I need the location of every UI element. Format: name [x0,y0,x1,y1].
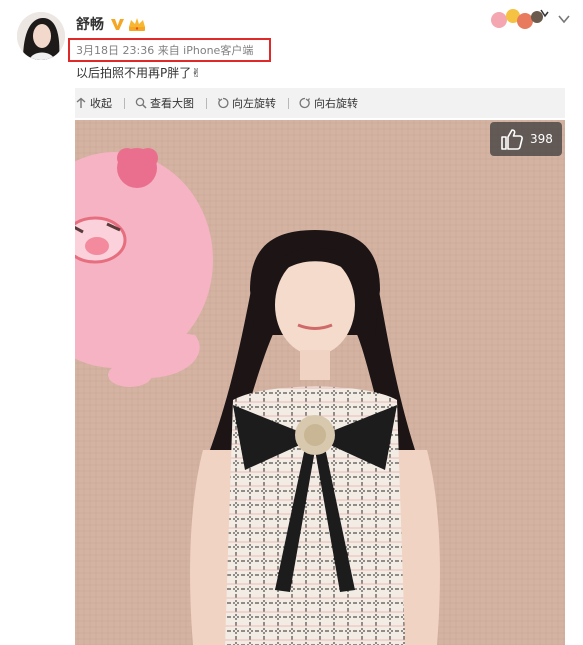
collapse-icon [76,97,86,108]
rotate-right-icon [299,97,310,109]
rotate-right-label: 向右旋转 [314,97,358,110]
username-row: 舒畅 [76,14,146,34]
username[interactable]: 舒畅 [76,14,104,34]
sticker-decoration-icon [491,9,549,29]
post-text: 以后拍照不用再P胖了✌ [76,66,202,80]
header-actions [489,6,571,32]
timestamp-highlight: 3月18日 23:36 来自 iPhone客户端 [68,38,271,62]
avatar[interactable] [17,12,65,60]
verified-v-icon [111,18,124,30]
divider [124,97,125,109]
collapse-button[interactable]: 收起 [75,95,112,111]
post-timestamp[interactable]: 3月18日 23:36 来自 iPhone客户端 [76,42,253,58]
divider [206,97,207,109]
post-photo[interactable] [75,120,565,645]
like-button[interactable]: 398 [490,122,562,156]
view-large-button[interactable]: 查看大图 [135,95,194,111]
like-count: 398 [530,132,553,146]
thumbs-up-icon [501,129,523,150]
image-toolbar: 收起 查看大图 向左旋转 向右旋转 [75,88,565,118]
rotate-left-button[interactable]: 向左旋转 [217,95,276,111]
rotate-left-label: 向左旋转 [232,97,276,110]
view-large-label: 查看大图 [150,97,194,110]
post-header: 舒畅 3月18日 23:36 来自 iPhone客户端 以后拍照不用再P胖了✌ [0,0,583,88]
divider [288,97,289,109]
crown-icon [129,17,145,31]
chevron-down-icon[interactable] [557,12,571,26]
rotate-left-icon [218,97,229,109]
magnify-icon [135,97,147,109]
rotate-right-button[interactable]: 向右旋转 [299,95,358,111]
collapse-label: 收起 [90,97,112,110]
